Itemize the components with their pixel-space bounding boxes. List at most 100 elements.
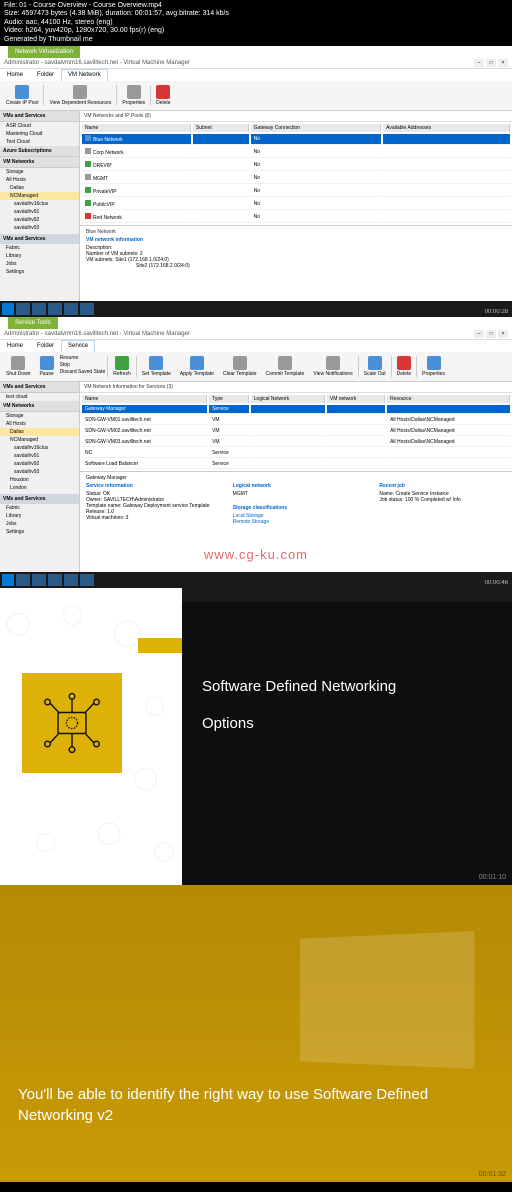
sidebar-london[interactable]: London — [0, 484, 79, 492]
pause-button[interactable]: Pause — [35, 354, 57, 379]
table-row[interactable]: SDN-GW-VM03.savilltech.netVMAll Hosts\Da… — [82, 438, 510, 447]
table-row[interactable]: SDN-GW-VM01.savilltech.netVMAll Hosts\Da… — [82, 416, 510, 425]
nav-settings[interactable]: Settings — [0, 268, 79, 276]
refresh-button[interactable]: Refresh — [109, 354, 135, 379]
delete-button[interactable]: Delete — [393, 354, 415, 379]
tab-folder[interactable]: Folder — [30, 69, 61, 81]
maximize-button[interactable]: □ — [486, 330, 496, 338]
sidebar-allhosts[interactable]: All Hosts — [0, 420, 79, 428]
nav-jobs[interactable]: Jobs — [0, 520, 79, 528]
tab-home[interactable]: Home — [0, 69, 30, 81]
col-name[interactable]: Name — [82, 124, 191, 132]
minimize-button[interactable]: – — [474, 59, 484, 67]
sidebar-ncmanaged[interactable]: NCManaged — [0, 436, 79, 444]
minimize-button[interactable]: – — [474, 330, 484, 338]
sidebar-clus[interactable]: savdalhv16clus — [0, 444, 79, 452]
stop-button[interactable]: Stop — [60, 362, 106, 368]
taskbar-item[interactable] — [80, 574, 94, 586]
taskbar-item[interactable] — [64, 574, 78, 586]
taskbar-item[interactable] — [48, 574, 62, 586]
start-button[interactable] — [2, 303, 14, 315]
sidebar-dallas[interactable]: Dallas — [0, 428, 79, 436]
sidebar-houston[interactable]: Houston — [0, 476, 79, 484]
scale-out-button[interactable]: Scale Out — [360, 354, 390, 379]
nav-library[interactable]: Library — [0, 252, 79, 260]
nav-vms[interactable]: VMs and Services — [0, 234, 79, 244]
col-addresses[interactable]: Available Addresses — [383, 124, 510, 132]
properties-button[interactable]: Properties — [418, 354, 449, 379]
table-row[interactable]: Red NetworkNo — [82, 212, 510, 223]
sidebar-hv91[interactable]: savdalhv91 — [0, 452, 79, 460]
tab-home[interactable]: Home — [0, 340, 30, 352]
context-tab-network-virt[interactable]: Network Virtualization — [8, 46, 80, 58]
taskbar-item[interactable] — [16, 574, 30, 586]
maximize-button[interactable]: □ — [486, 59, 496, 67]
sidebar-dallas[interactable]: Dallas — [0, 184, 79, 192]
sidebar-item-test[interactable]: Test Cloud — [0, 138, 79, 146]
taskbar-item[interactable] — [64, 303, 78, 315]
sidebar-item-test[interactable]: test cloud — [0, 393, 79, 401]
tab-vm-network[interactable]: VM Network — [61, 69, 108, 81]
context-tab-service-tools[interactable]: Service Tools — [8, 317, 58, 329]
table-row[interactable]: PrivateVIPNo — [82, 186, 510, 197]
sidebar-hv92[interactable]: savdalhv92 — [0, 460, 79, 468]
col-vmnet[interactable]: VM network — [327, 395, 385, 403]
properties-button[interactable]: Properties — [118, 83, 149, 108]
sidebar-item-mastering[interactable]: Mastering Cloud — [0, 130, 79, 138]
table-row[interactable]: MGMTNo — [82, 173, 510, 184]
col-resource[interactable]: Resource — [387, 395, 510, 403]
col-gateway[interactable]: Gateway Connection — [251, 124, 381, 132]
sidebar-clus[interactable]: savdalhv16clus — [0, 200, 79, 208]
col-subnet[interactable]: Subnet — [193, 124, 249, 132]
discard-button[interactable]: Discard Saved State — [60, 369, 106, 375]
set-template-button[interactable]: Set Template — [138, 354, 175, 379]
view-dependent-button[interactable]: View Dependent Resources — [45, 83, 115, 108]
start-button[interactable] — [2, 574, 14, 586]
nav-library[interactable]: Library — [0, 512, 79, 520]
table-row[interactable]: Gateway ManagerService — [82, 405, 510, 414]
sidebar-hv93[interactable]: savdalhv93 — [0, 468, 79, 476]
col-type[interactable]: Type — [209, 395, 249, 403]
table-row[interactable]: Software Load BalancerService — [82, 460, 510, 469]
table-row[interactable]: DREVIPNo — [82, 160, 510, 171]
nav-vms[interactable]: VMs and Services — [0, 494, 79, 504]
clear-template-button[interactable]: Clear Template — [219, 354, 261, 379]
create-ip-pool-button[interactable]: Create IP Pool — [2, 83, 42, 108]
nav-fabric[interactable]: Fabric — [0, 244, 79, 252]
taskbar-item[interactable] — [80, 303, 94, 315]
sidebar-allhosts[interactable]: All Hosts — [0, 176, 79, 184]
sidebar-item-asr[interactable]: ASR Cloud — [0, 122, 79, 130]
sidebar-vmnet[interactable]: VM Networks — [0, 401, 79, 412]
taskbar-item[interactable] — [48, 303, 62, 315]
sidebar-azure[interactable]: Azure Subscriptions — [0, 146, 79, 157]
delete-button[interactable]: Delete — [152, 83, 174, 108]
tab-folder[interactable]: Folder — [30, 340, 61, 352]
taskbar-item[interactable] — [32, 574, 46, 586]
taskbar-item[interactable] — [16, 303, 30, 315]
taskbar-item[interactable] — [32, 303, 46, 315]
table-row[interactable]: NCService — [82, 449, 510, 458]
sidebar-hv92[interactable]: savdalhv92 — [0, 216, 79, 224]
table-row[interactable]: SDN-GW-VM02.savilltech.netVMAll Hosts\Da… — [82, 427, 510, 436]
col-name[interactable]: Name — [82, 395, 207, 403]
sidebar-hv91[interactable]: savdalhv91 — [0, 208, 79, 216]
table-row[interactable]: PublicVIPNo — [82, 199, 510, 210]
nav-jobs[interactable]: Jobs — [0, 260, 79, 268]
sidebar-storage[interactable]: Storage — [0, 412, 79, 420]
nav-fabric[interactable]: Fabric — [0, 504, 79, 512]
close-button[interactable]: × — [498, 59, 508, 67]
sidebar-vmnet[interactable]: VM Networks — [0, 157, 79, 168]
tab-service[interactable]: Service — [61, 340, 95, 352]
shutdown-button[interactable]: Shut Down — [2, 354, 34, 379]
table-row[interactable]: Blue NetworkNo — [82, 134, 510, 145]
sidebar-hv93[interactable]: savdalhv93 — [0, 224, 79, 232]
table-row[interactable]: Corp NetworkNo — [82, 147, 510, 158]
close-button[interactable]: × — [498, 330, 508, 338]
nav-settings[interactable]: Settings — [0, 528, 79, 536]
view-notif-button[interactable]: View Notifications — [309, 354, 356, 379]
commit-template-button[interactable]: Commit Template — [262, 354, 309, 379]
apply-template-button[interactable]: Apply Template — [176, 354, 218, 379]
sidebar-storage[interactable]: Storage — [0, 168, 79, 176]
sidebar-ncmanaged[interactable]: NCManaged — [0, 192, 79, 200]
resume-button[interactable]: Resume — [60, 355, 106, 361]
